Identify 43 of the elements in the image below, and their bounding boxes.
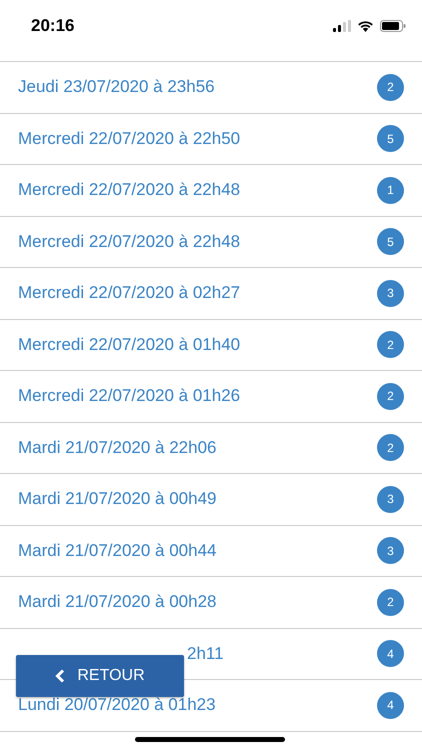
count-badge: 4: [377, 692, 404, 719]
session-label: Mercredi 22/07/2020 à 02h27: [18, 283, 240, 304]
wifi-icon: [357, 20, 374, 32]
count-badge: 5: [377, 125, 404, 152]
session-row[interactable]: Mercredi 22/07/2020 à 22h48 5: [0, 216, 422, 268]
count-badge: 2: [377, 588, 404, 616]
count-badge: 3: [377, 537, 404, 564]
session-row[interactable]: Jeudi 23/07/2020 à 23h56 2: [0, 62, 422, 114]
session-row[interactable]: Mercredi 22/07/2020 à 01h40 2: [0, 320, 422, 371]
session-label: Mercredi 22/07/2020 à 01h40: [18, 334, 240, 355]
count-badge: 1: [377, 176, 404, 204]
session-row[interactable]: Mercredi 22/07/2020 à 01h26 2: [0, 371, 422, 422]
count-badge: 3: [377, 486, 404, 513]
battery-icon: [380, 20, 406, 32]
count-badge: 2: [377, 434, 404, 462]
count-badge: 3: [377, 280, 404, 307]
session-row[interactable]: Mardi 21/07/2020 à 00h44 3: [0, 526, 422, 577]
signal-icon: [333, 20, 351, 32]
status-time: 20:16: [31, 15, 74, 37]
session-label: Mardi 21/07/2020 à 00h44: [18, 540, 216, 561]
session-row[interactable]: Mercredi 22/07/2020 à 02h27 3: [0, 268, 422, 320]
session-row[interactable]: Mardi 21/07/2020 à 22h06 2: [0, 422, 422, 474]
count-badge: 4: [377, 640, 404, 668]
session-row[interactable]: Mercredi 22/07/2020 à 22h50 5: [0, 114, 422, 165]
session-row[interactable]: Mardi 21/07/2020 à 00h28 2: [0, 577, 422, 628]
session-label: 2h11: [186, 644, 224, 664]
chevron-left-icon: [55, 669, 66, 683]
session-label: Jeudi 23/07/2020 à 23h56: [18, 77, 215, 98]
session-label: Lundi 20/07/2020 à 01h23: [18, 695, 216, 716]
session-label: Mercredi 22/07/2020 à 22h50: [18, 128, 240, 149]
count-badge: 2: [377, 331, 404, 358]
count-badge: 2: [377, 382, 404, 410]
count-badge: 2: [377, 74, 404, 101]
session-label: Mercredi 22/07/2020 à 22h48: [18, 232, 240, 252]
session-label: Mardi 21/07/2020 à 22h06: [18, 438, 216, 458]
session-row[interactable]: Mardi 21/07/2020 à 00h49 3: [0, 474, 422, 526]
session-label: Mardi 21/07/2020 à 00h49: [18, 489, 216, 510]
session-label: Mercredi 22/07/2020 à 22h48: [18, 180, 240, 200]
session-label: Mardi 21/07/2020 à 00h28: [18, 592, 216, 612]
count-badge: 5: [377, 228, 404, 256]
back-button[interactable]: RETOUR: [16, 655, 184, 697]
session-row[interactable]: Mercredi 22/07/2020 à 22h48 1: [0, 165, 422, 216]
session-label: Mercredi 22/07/2020 à 01h26: [18, 386, 240, 406]
